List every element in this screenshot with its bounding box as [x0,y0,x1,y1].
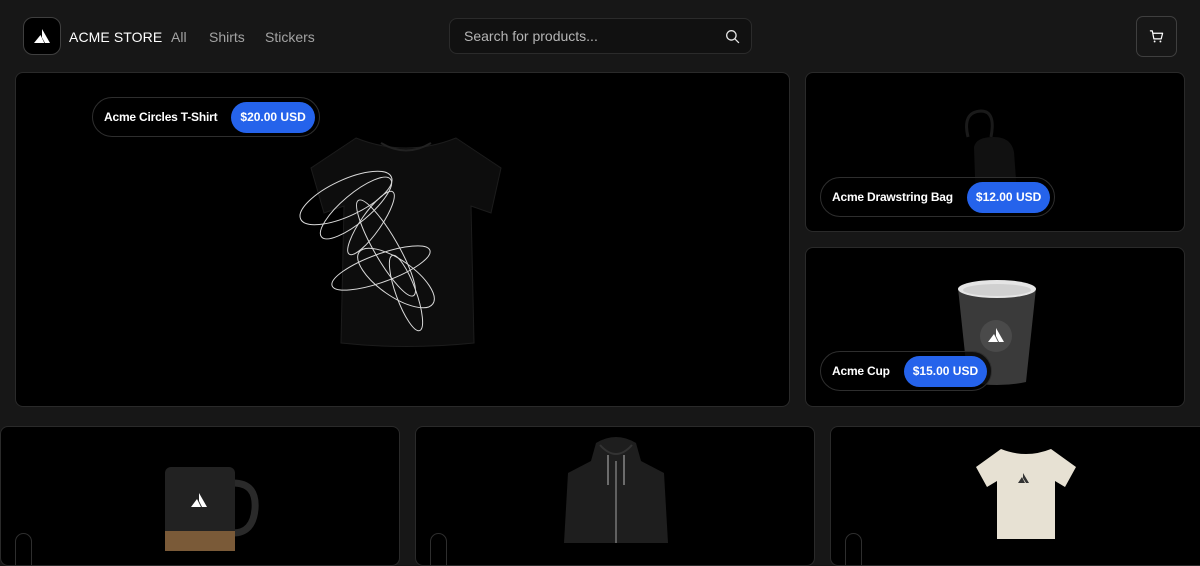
nav-link-shirts[interactable]: Shirts [209,29,245,45]
search-input[interactable] [450,19,720,53]
product-label-side-top[interactable]: Acme Drawstring Bag $12.00 USD [820,177,1056,217]
product-tile-hoodie[interactable] [415,426,815,566]
nav-link-all[interactable]: All [171,29,187,45]
product-label-featured[interactable]: Acme Circles T-Shirt $20.00 USD [92,97,320,137]
logo-button[interactable] [23,17,61,55]
product-name: Acme Circles T-Shirt [104,110,218,124]
product-name: Acme Cup [832,364,890,378]
hoodie-image [564,437,668,543]
site-header: ACME STORE All Shirts Stickers [0,0,1200,73]
product-label-mug[interactable] [15,533,32,565]
store-name[interactable]: ACME STORE [69,29,162,45]
product-label-onesie[interactable] [845,533,862,565]
mug-image [165,467,259,551]
product-tile-side-bottom[interactable]: Acme Cup $15.00 USD [805,247,1185,407]
product-label-side-bottom[interactable]: Acme Cup $15.00 USD [820,351,993,391]
product-price: $20.00 USD [231,101,315,133]
acme-triangle-icon [34,29,50,43]
onesie-image [976,449,1076,539]
search-bar [449,18,752,54]
search-icon[interactable] [725,29,740,44]
product-price: $15.00 USD [903,355,988,387]
product-tile-side-top[interactable]: Acme Drawstring Bag $12.00 USD [805,72,1185,232]
nav-link-stickers[interactable]: Stickers [265,29,315,45]
tshirt-image [299,137,502,347]
product-label-hoodie[interactable] [430,533,447,565]
product-price: $12.00 USD [966,181,1051,213]
product-tile-featured[interactable]: Acme Circles T-Shirt $20.00 USD [15,72,790,407]
cart-icon [1149,30,1164,43]
product-tile-onesie[interactable] [830,426,1200,566]
cart-button[interactable] [1136,16,1177,57]
product-tile-mug[interactable] [0,426,400,566]
product-name: Acme Drawstring Bag [832,190,953,204]
